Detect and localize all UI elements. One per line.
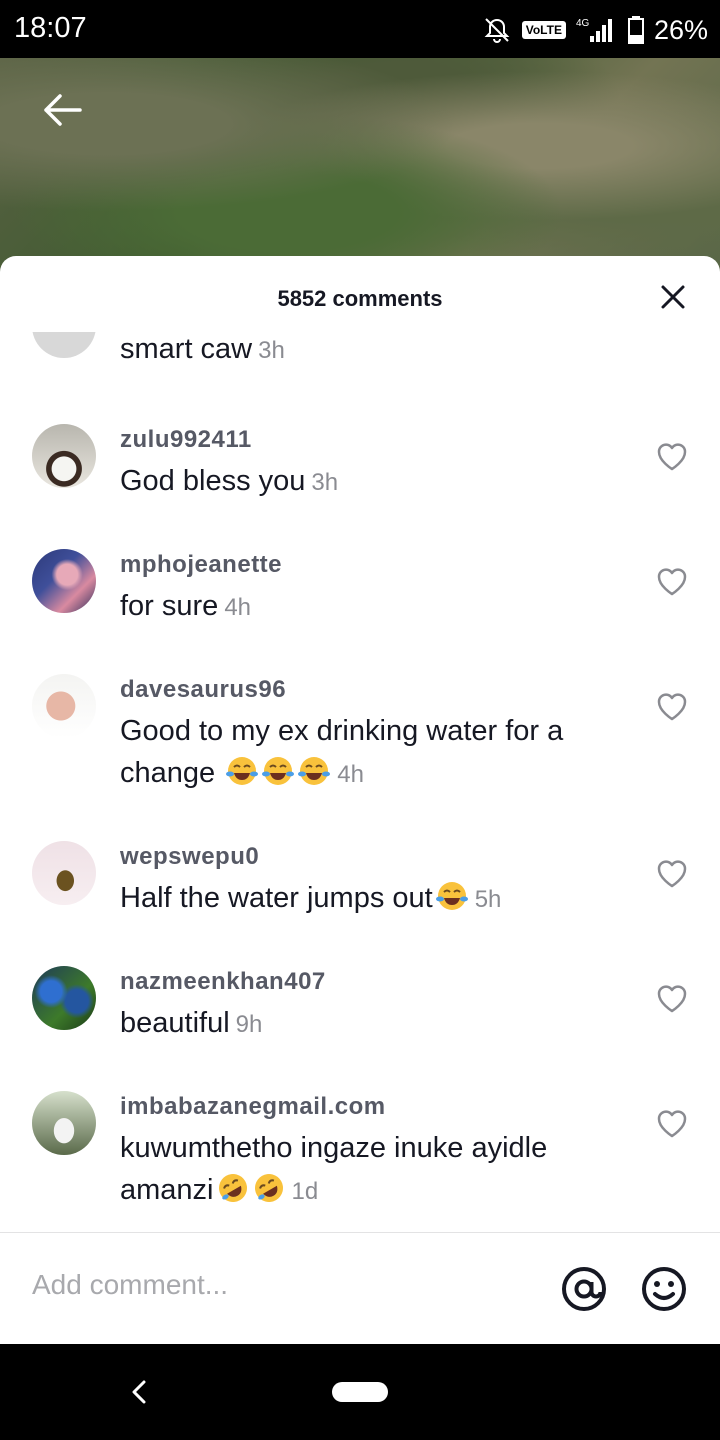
status-indicators: VoLTE 4G 26%: [482, 13, 708, 47]
nav-home-pill[interactable]: [332, 1382, 388, 1402]
video-background: [0, 58, 720, 278]
avatar[interactable]: [32, 424, 96, 488]
status-bar: 18:07 VoLTE 4G 26%: [0, 0, 720, 58]
battery-percent: 26%: [653, 14, 708, 45]
mute-icon: [484, 18, 510, 43]
heart-outline-icon[interactable]: [654, 980, 690, 1016]
status-time: 18:07: [14, 12, 87, 44]
avatar[interactable]: [32, 332, 96, 358]
tears-of-joy-emoji-icon: [262, 757, 295, 785]
comment-time: 3h: [258, 337, 285, 364]
rolling-laughing-emoji-icon: [254, 1174, 283, 1202]
avatar[interactable]: [32, 841, 96, 905]
comment-username[interactable]: wepswepu0: [120, 843, 259, 871]
comment-time: 5h: [474, 886, 502, 913]
comment-username[interactable]: imbabazanegmail.com: [120, 1093, 386, 1121]
heart-outline-icon[interactable]: [654, 855, 690, 891]
comment-username[interactable]: zulu992411: [120, 426, 252, 454]
comment-text: for sure 4h: [120, 590, 252, 622]
heart-outline-icon[interactable]: [654, 1105, 690, 1141]
comment-time: 9h: [235, 1011, 263, 1038]
heart-outline-icon[interactable]: [654, 438, 690, 474]
signal-icon: 4G: [576, 18, 612, 42]
tears-of-joy-emoji-icon: [298, 757, 331, 785]
volte-badge: VoLTE: [521, 21, 566, 39]
comment-username[interactable]: davesaurus96: [120, 676, 286, 704]
add-comment-input[interactable]: Add comment...: [32, 1269, 512, 1309]
comment-text: smart caw 3h: [120, 333, 285, 365]
battery-icon: [627, 16, 644, 44]
comment-input-bar: Add comment...: [0, 1232, 720, 1344]
comment-list[interactable]: smart caw 3h zulu992411 God bless you 3h m…: [0, 332, 720, 1232]
avatar[interactable]: [32, 1091, 96, 1155]
close-icon[interactable]: [660, 284, 686, 310]
comment-text: beautiful 9h: [120, 1007, 263, 1039]
back-arrow-icon[interactable]: [40, 88, 84, 132]
at-sign-icon[interactable]: [560, 1265, 608, 1313]
tears-of-joy-emoji-icon: [226, 757, 259, 785]
comments-sheet: 5852 comments smart caw 3h zulu992411 God…: [0, 256, 720, 1344]
heart-outline-icon[interactable]: [654, 563, 690, 599]
comment-text: God bless you 3h: [120, 465, 339, 497]
rolling-laughing-emoji-icon: [218, 1174, 247, 1202]
avatar[interactable]: [32, 674, 96, 738]
comment-username[interactable]: nazmeenkhan407: [120, 968, 326, 996]
signal-type: 4G: [576, 18, 590, 29]
nav-back-icon[interactable]: [126, 1378, 152, 1406]
comment-username[interactable]: mphojeanette: [120, 551, 282, 579]
comments-count-title: 5852 comments: [277, 286, 443, 311]
avatar[interactable]: [32, 549, 96, 613]
comment-time: 1d: [291, 1178, 319, 1205]
chevron-down-icon[interactable]: [654, 332, 690, 334]
comment-time: 4h: [337, 761, 364, 788]
comment-time: 3h: [311, 469, 339, 496]
comment-text: Good to my ex drinking water for a chang…: [120, 715, 564, 789]
avatar[interactable]: [32, 966, 96, 1030]
comment-time: 4h: [224, 594, 252, 621]
comment-text: kuwumthetho ingaze inuke ayidle amanzi 1d: [120, 1132, 548, 1206]
heart-outline-icon[interactable]: [654, 688, 690, 724]
system-nav-bar: [0, 1344, 720, 1440]
tears-of-joy-emoji-icon: [435, 882, 468, 910]
smiley-icon[interactable]: [640, 1265, 688, 1313]
comment-text: Half the water jumps out 5h: [120, 877, 610, 921]
